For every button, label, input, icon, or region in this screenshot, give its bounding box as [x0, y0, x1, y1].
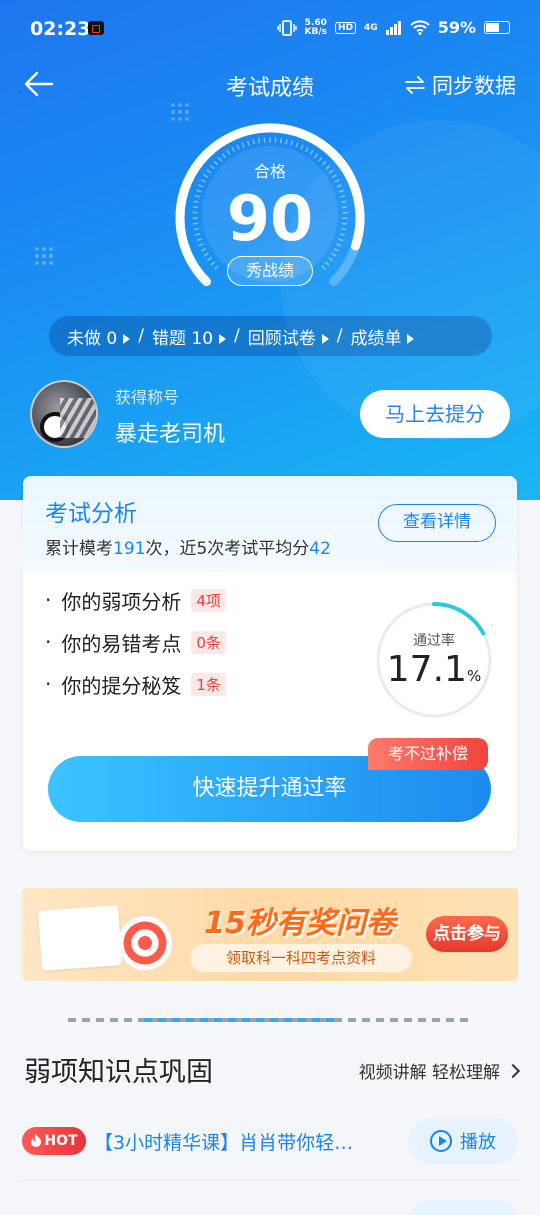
score-tips-item[interactable]: · 你的提分秘笈 1条 [45, 670, 226, 698]
avatar[interactable] [30, 380, 98, 448]
show-score-button[interactable]: 秀战绩 [227, 256, 313, 286]
analysis-header: 考试分析 累计模考191次，近5次考试平均分42 查看详情 [23, 476, 517, 572]
sync-data-label: 同步数据 [432, 74, 516, 98]
clock: 02:23 [30, 18, 91, 40]
pass-rate-ring: 通过率 17.1% [374, 600, 494, 720]
list-item[interactable]: HOT 【3小时精华课】肖肖带你轻… 播放 [22, 1118, 518, 1164]
boost-score-button[interactable]: 马上去提分 [360, 390, 510, 438]
vibrate-icon [276, 19, 297, 36]
quiz-paper-icon [38, 905, 122, 971]
course-title: 【3小时精华课】肖肖带你轻… [94, 1131, 354, 1154]
pass-rate-value: 17.1% [386, 649, 482, 690]
exam-analysis-card: 考试分析 累计模考191次，近5次考试平均分42 查看详情 · 你的弱项分析 4项 … [23, 476, 517, 851]
hd-badge: HD [335, 21, 357, 34]
count-badge: 1条 [191, 672, 226, 696]
link-score-sheet[interactable]: 成绩单 [350, 324, 415, 349]
battery-icon [484, 21, 510, 34]
analysis-title: 考试分析 [45, 501, 137, 527]
view-details-button[interactable]: 查看详情 [378, 504, 496, 542]
weak-points-title: 弱项知识点巩固 [24, 1057, 213, 1088]
page-indicator [68, 1018, 472, 1022]
triangle-right-icon [321, 333, 329, 344]
link-wrong-questions[interactable]: 错题 10 [152, 324, 227, 349]
title-label: 获得称号 [115, 388, 180, 407]
network-speed: 5.60 KB/s [304, 17, 328, 37]
banner-title: 15秒有奖问卷 [204, 906, 396, 941]
target-icon [118, 916, 172, 970]
signal-icon [385, 20, 401, 35]
weak-analysis-item[interactable]: · 你的弱项分析 4项 [45, 586, 226, 614]
count-badge: 0条 [191, 630, 226, 654]
play-button[interactable] [408, 1200, 518, 1215]
score-header: 02:23 5.60 KB/s HD 4G 59% 考试成绩 同步数据 合格 9… [0, 0, 540, 500]
triangle-right-icon [407, 333, 415, 344]
triangle-right-icon [123, 333, 131, 344]
quick-links-bar: 未做 0 / 错题 10 / 回顾试卷 / 成绩单 [49, 316, 492, 356]
compensation-tag: 考不过补偿 [368, 738, 488, 770]
survey-banner[interactable]: 15秒有奖问卷 领取科一科四考点资料 点击参与 [22, 888, 518, 981]
hot-badge: HOT [22, 1127, 86, 1155]
battery-percent: 59% [437, 18, 476, 37]
video-explain-link[interactable]: 视频讲解 轻松理解 [359, 1058, 521, 1083]
triangle-right-icon [219, 333, 227, 344]
link-review-paper[interactable]: 回顾试卷 [248, 324, 329, 349]
analysis-summary: 累计模考191次，近5次考试平均分42 [45, 539, 331, 559]
status-bar: 02:23 5.60 KB/s HD 4G 59% [0, 0, 540, 58]
chevron-right-icon [505, 1063, 521, 1078]
network-type: 4G [364, 22, 378, 33]
banner-subtitle: 领取科一科四考点资料 [190, 944, 412, 972]
divider [22, 1180, 518, 1181]
score-gauge: 合格 90 秀战绩 [170, 118, 370, 298]
sync-arrows-icon [405, 76, 425, 94]
link-undone[interactable]: 未做 0 [67, 324, 131, 349]
score-value: 90 [226, 182, 314, 255]
title-value: 暴走老司机 [115, 422, 226, 447]
count-badge: 4项 [191, 588, 226, 612]
decor-dots-icon [35, 247, 53, 265]
play-button[interactable]: 播放 [408, 1118, 518, 1164]
pass-rate-label: 通过率 [413, 633, 455, 649]
play-icon [430, 1130, 452, 1152]
join-survey-button[interactable]: 点击参与 [426, 916, 508, 952]
total-exams: 191 [113, 539, 146, 559]
wifi-icon [410, 20, 430, 35]
average-score: 42 [309, 539, 331, 559]
list-item[interactable] [22, 1196, 518, 1215]
error-prone-item[interactable]: · 你的易错考点 0条 [45, 628, 226, 656]
screen-record-icon [88, 21, 104, 35]
flame-icon [31, 1134, 42, 1147]
pass-status: 合格 [253, 162, 286, 181]
sync-data-button[interactable]: 同步数据 [404, 70, 516, 100]
nav-bar: 考试成绩 同步数据 [0, 62, 540, 106]
